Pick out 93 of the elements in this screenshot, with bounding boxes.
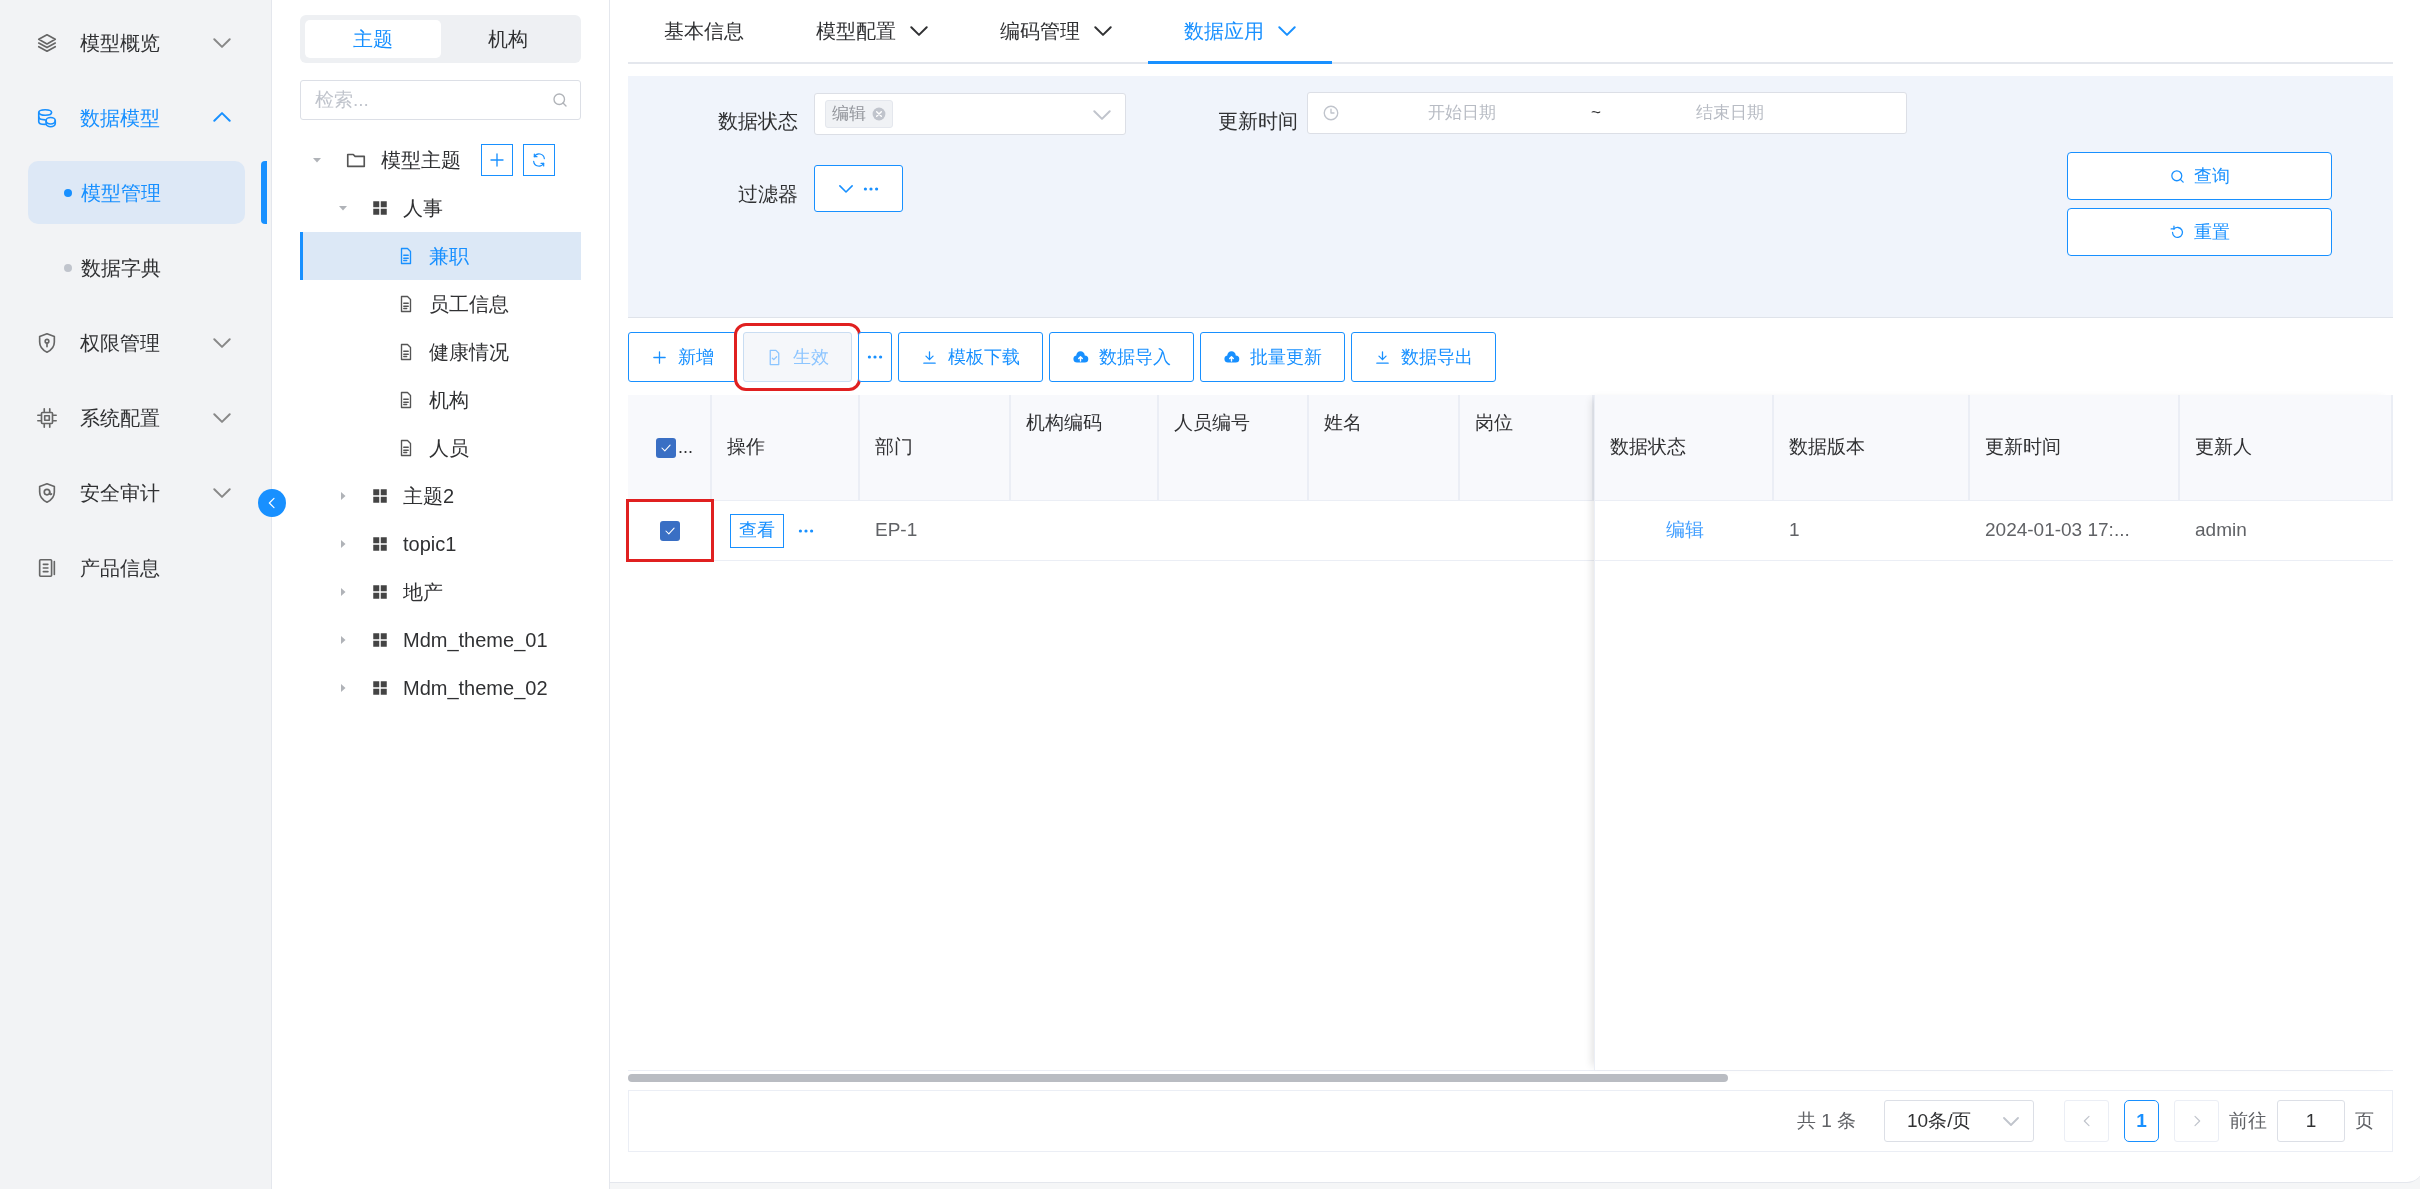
search-icon xyxy=(551,91,569,109)
goto-label: 前往 xyxy=(2229,1108,2267,1133)
page-size-select[interactable]: 10条/页 xyxy=(1884,1100,2034,1142)
search-icon xyxy=(2169,167,2186,185)
column-header: 姓名 xyxy=(1324,411,1362,435)
tree-node[interactable]: Mdm_theme_01 xyxy=(300,616,581,664)
download-icon xyxy=(1374,348,1391,366)
active-indicator xyxy=(261,161,267,224)
tree-node[interactable]: 健康情况 xyxy=(300,328,581,376)
tree-node[interactable]: 员工信息 xyxy=(300,280,581,328)
refresh-button[interactable] xyxy=(523,144,555,176)
shield-icon xyxy=(36,331,58,354)
field-label: 更新时间 xyxy=(1217,109,1298,134)
total-count: 共 1 条 xyxy=(1796,1108,1856,1133)
column-header: 更新时间 xyxy=(1985,435,2061,460)
more-icon xyxy=(867,355,883,359)
table-cell-text: admin xyxy=(2195,518,2247,543)
more-icon xyxy=(862,186,879,191)
database-icon xyxy=(36,106,58,129)
sidebar-subitem[interactable]: 数据字典 xyxy=(28,236,245,299)
chevron-down-icon xyxy=(213,412,231,423)
table-cell-text: EP-1 xyxy=(875,518,918,543)
shield-icon xyxy=(36,481,58,504)
tree-node[interactable]: 模型主题 xyxy=(300,136,581,184)
grid-icon xyxy=(371,679,389,697)
tree-node[interactable]: 人员 xyxy=(300,424,581,472)
tree-node[interactable]: 地产 xyxy=(300,568,581,616)
plus-icon xyxy=(651,348,668,366)
chevron-down-icon xyxy=(838,184,853,193)
table-cell-text: 2024-01-03 17:... xyxy=(1985,518,2130,543)
grid-icon xyxy=(371,583,389,601)
sidebar-item[interactable]: 系统配置 xyxy=(0,380,271,455)
column-header: 数据版本 xyxy=(1789,435,1865,460)
column-header: 岗位 xyxy=(1475,411,1513,435)
chevron-down-icon xyxy=(213,337,231,348)
more-icon xyxy=(798,528,814,533)
tree-node[interactable]: Mdm_theme_02 xyxy=(300,664,581,712)
search-field[interactable]: 检索... xyxy=(300,80,581,120)
column-header: 人员编号 xyxy=(1174,411,1250,435)
add-button[interactable] xyxy=(481,144,513,176)
document-icon xyxy=(36,556,58,579)
sidebar-item[interactable]: 权限管理 xyxy=(0,305,271,380)
refresh-icon xyxy=(531,152,547,168)
column-header: ... xyxy=(678,436,693,459)
column-header: 操作 xyxy=(727,435,765,460)
date-range-field[interactable]: 开始日期 ~ 结束日期 xyxy=(1307,92,1907,134)
close-icon xyxy=(872,107,886,121)
chevron-up-icon xyxy=(213,112,231,123)
column-header: 更新人 xyxy=(2195,435,2252,460)
layers-icon xyxy=(36,31,58,54)
grid-icon xyxy=(371,487,389,505)
select-all-checkbox[interactable] xyxy=(656,437,676,458)
column-header: 数据状态 xyxy=(1610,435,1686,460)
row-checkbox[interactable] xyxy=(660,520,680,541)
grid-icon xyxy=(371,535,389,553)
grid-icon xyxy=(371,631,389,649)
table-cell-text: 1 xyxy=(1789,518,1800,543)
chip-icon xyxy=(36,406,58,429)
filter-button[interactable] xyxy=(814,165,903,212)
tab[interactable]: 编码管理 xyxy=(964,0,1148,64)
plus-icon xyxy=(488,151,506,169)
clock-icon xyxy=(1322,104,1340,122)
tree-node[interactable]: 主题2 xyxy=(300,472,581,520)
bullet-icon xyxy=(64,188,72,197)
tab[interactable]: 模型配置 xyxy=(780,0,964,64)
scrollbar[interactable] xyxy=(628,1074,1728,1082)
sidebar-item[interactable]: 模型概览 xyxy=(0,5,271,80)
chevron-down-icon xyxy=(2003,1116,2019,1126)
segment-tab[interactable]: 机构 xyxy=(440,20,576,58)
field-label: 过滤器 xyxy=(737,182,798,207)
download-icon xyxy=(921,348,938,366)
more-button[interactable] xyxy=(858,332,892,382)
sidebar-item[interactable]: 安全审计 xyxy=(0,455,271,530)
collapse-button[interactable] xyxy=(258,489,286,517)
tree-node[interactable]: 人事 xyxy=(300,184,581,232)
chevron-down-icon xyxy=(1093,108,1111,120)
column-header: 部门 xyxy=(875,435,913,460)
tree-node[interactable]: topic1 xyxy=(300,520,581,568)
range-separator: ~ xyxy=(1590,102,1602,125)
column-header: 机构编码 xyxy=(1026,411,1102,435)
field-label: 数据状态 xyxy=(717,109,798,134)
reset-icon xyxy=(2169,223,2186,241)
sidebar-item[interactable]: 产品信息 xyxy=(0,530,271,605)
start-date-placeholder: 开始日期 xyxy=(1426,102,1497,125)
chevron-down-icon xyxy=(213,37,231,48)
page-input[interactable]: 1 xyxy=(2277,1100,2345,1142)
bullet-icon xyxy=(64,263,72,272)
chevron-down-icon xyxy=(213,487,231,498)
page-suffix: 页 xyxy=(2355,1108,2374,1133)
end-date-placeholder: 结束日期 xyxy=(1695,102,1766,125)
tab[interactable]: 基本信息 xyxy=(628,0,780,64)
grid-icon xyxy=(371,199,389,217)
tree-node[interactable]: 机构 xyxy=(300,376,581,424)
